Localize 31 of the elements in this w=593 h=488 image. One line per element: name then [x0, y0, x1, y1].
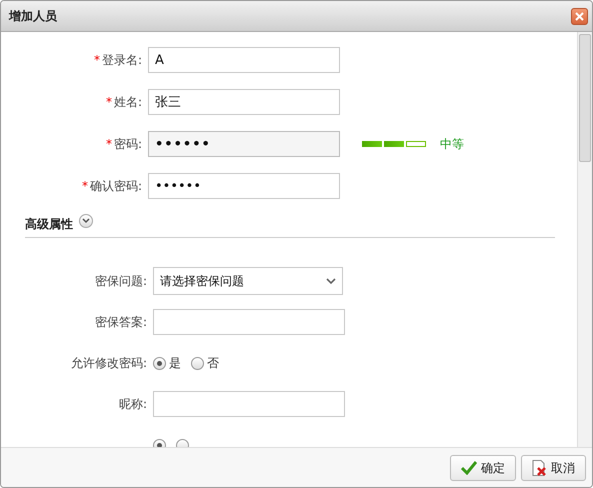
close-icon [575, 12, 584, 20]
radio-label: 否 [207, 355, 219, 372]
field-label: 密保答案: [94, 314, 148, 331]
strength-text: 中等 [440, 136, 464, 153]
input-field[interactable]: 张三 [148, 89, 340, 115]
input-field[interactable]: •••••• [148, 131, 340, 157]
field-label: 密保问题: [94, 273, 148, 290]
field-label: * 登录名: [92, 52, 143, 69]
input-field[interactable]: •••••• [148, 173, 340, 199]
ok-button[interactable]: 确定 [450, 454, 516, 480]
chevron-icon[interactable] [79, 214, 93, 228]
field-label: 昵称: [118, 396, 148, 413]
field-label: * 密码: [104, 136, 143, 153]
select-field[interactable]: 请选择密保问题 [153, 267, 343, 295]
radio-button[interactable] [191, 356, 204, 370]
scrollbar[interactable] [577, 32, 592, 447]
field-label: * 确认密码: [80, 178, 143, 195]
caret-icon [326, 278, 336, 284]
field-label: * 姓名: [104, 94, 143, 111]
input-field[interactable]: A [148, 47, 340, 73]
input-field[interactable] [153, 309, 345, 335]
field-label: 允许修改密码: [70, 355, 148, 372]
checkmark-icon [461, 460, 477, 474]
close-button[interactable] [571, 8, 588, 24]
cancel-button[interactable]: 取消 [521, 454, 586, 480]
input-field[interactable] [153, 391, 345, 417]
radio-label: 是 [169, 355, 181, 372]
window-title: 增加人员 [9, 8, 57, 25]
radio-button[interactable] [153, 356, 166, 370]
section-title: 高级属性 [25, 216, 73, 233]
cancel-document-icon [532, 460, 547, 476]
